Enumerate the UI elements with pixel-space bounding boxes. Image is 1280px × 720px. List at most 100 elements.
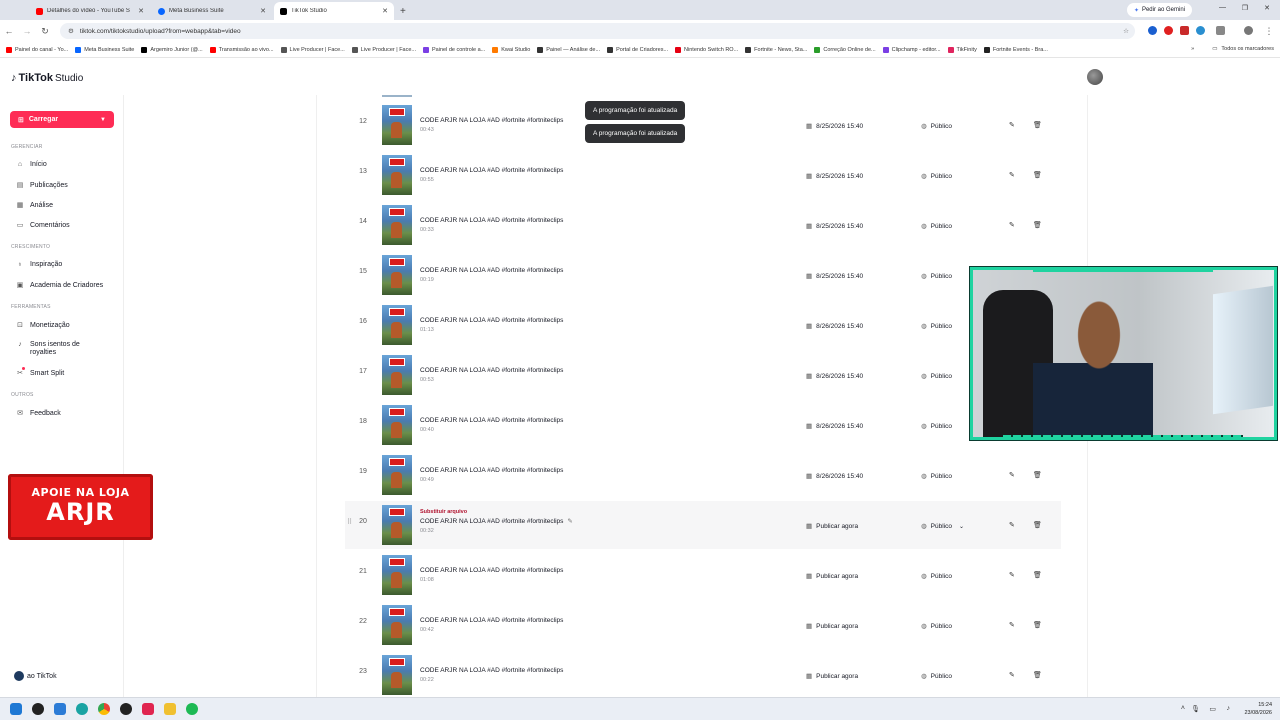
close-window-icon[interactable]: ✕ (1264, 4, 1270, 12)
edit-icon[interactable]: ✎ (1009, 171, 1015, 179)
visibility-selector[interactable]: ◍ Público (921, 472, 952, 481)
video-thumbnail[interactable] (382, 405, 412, 445)
table-row[interactable]: 12 CODE ARJR NA LOJA #AD #fortnite #fortn… (345, 101, 1061, 149)
all-bookmarks-link[interactable]: Todos os marcadores (1221, 46, 1274, 52)
table-row[interactable]: 13 CODE ARJR NA LOJA #AD #fortnite #fortn… (345, 151, 1061, 199)
visibility-selector[interactable]: ◍ Público (921, 372, 952, 381)
schedule-cell[interactable]: ▦ 8/26/2026 15:40 (806, 372, 863, 381)
video-thumbnail[interactable] (382, 305, 412, 345)
bookmark-item[interactable]: Live Producer | Face... (280, 46, 345, 53)
sidebar-item-publicacoes[interactable]: ▤ Publicações (16, 181, 68, 190)
table-row[interactable]: 23 CODE ARJR NA LOJA #AD #fortnite #fortn… (345, 651, 1061, 697)
bookmark-item[interactable]: TikFinity (947, 46, 977, 53)
bookmark-item[interactable]: Correção Online de... (814, 46, 876, 53)
visibility-selector[interactable]: ◍ Público (921, 322, 952, 331)
tiktok-icon[interactable] (142, 703, 154, 715)
bookmark-item[interactable]: Argemiro Junior (@... (141, 46, 203, 53)
spotify-icon[interactable] (186, 703, 198, 715)
caption[interactable]: CODE ARJR NA LOJA #AD #fortnite #fortnit… (420, 467, 563, 474)
table-row[interactable]: 17 CODE ARJR NA LOJA #AD #fortnite #fortn… (345, 351, 1061, 399)
video-thumbnail[interactable] (382, 155, 412, 195)
edit-icon[interactable]: ✎ (1009, 121, 1015, 129)
video-thumbnail[interactable] (382, 605, 412, 645)
video-thumbnail[interactable] (382, 105, 412, 145)
video-thumbnail[interactable] (382, 355, 412, 395)
minimize-icon[interactable]: — (1219, 4, 1226, 11)
bookmark-item[interactable]: Kwai Studio (492, 46, 530, 53)
volume-icon[interactable]: ♪ (1227, 705, 1231, 712)
gemini-button[interactable]: ✦ Pedir ao Gemini (1126, 3, 1192, 17)
schedule-cell[interactable]: ▦ 8/25/2026 15:40 (806, 172, 863, 181)
bookmark-item[interactable]: Meta Business Suite (75, 46, 134, 53)
schedule-cell[interactable]: ▦ 8/26/2026 15:40 (806, 422, 863, 431)
obs-icon[interactable] (120, 703, 132, 715)
chrome-icon[interactable] (98, 703, 110, 715)
close-tab-icon[interactable]: ✕ (138, 7, 144, 15)
sidebar-item-monetizacao[interactable]: ⊡ Monetização (16, 321, 70, 330)
schedule-cell[interactable]: ▦ 8/25/2026 15:40 (806, 222, 863, 231)
trash-icon[interactable]: 🗑 (1033, 121, 1042, 129)
close-tab-icon[interactable]: ✕ (382, 7, 388, 15)
edit-icon[interactable]: ✎ (1009, 221, 1015, 229)
bookmark-item[interactable]: Fortnite Events - Bra... (983, 46, 1048, 53)
sidebar-item-comentarios[interactable]: ▭ Comentários (16, 221, 70, 230)
visibility-selector[interactable]: ◍ Público ⌄ (921, 522, 964, 531)
folder-icon[interactable] (164, 703, 176, 715)
browser-tab-meta[interactable]: Meta Business Suite ✕ (152, 2, 272, 20)
caption[interactable]: CODE ARJR NA LOJA #AD #fortnite #fortnit… (420, 567, 563, 574)
visibility-selector[interactable]: ◍ Público (921, 122, 952, 131)
address-bar[interactable]: ⚙ tiktok.com/tiktokstudio/upload?from=we… (60, 23, 1135, 39)
trash-icon[interactable]: 🗑 (1033, 571, 1042, 579)
video-thumbnail[interactable] (382, 455, 412, 495)
schedule-cell[interactable]: ▦ 8/25/2026 15:40 (806, 122, 863, 131)
browser-tab-youtube[interactable]: Detalhes do vídeo - YouTube S ✕ (30, 2, 150, 20)
bookmark-item[interactable]: Painel — Análise de... (537, 46, 600, 53)
table-row[interactable]: 22 CODE ARJR NA LOJA #AD #fortnite #fortn… (345, 601, 1061, 649)
caption[interactable]: CODE ARJR NA LOJA #AD #fortnite #fortnit… (420, 517, 573, 526)
table-row[interactable]: 21 CODE ARJR NA LOJA #AD #fortnite #fortn… (345, 551, 1061, 599)
bookmark-item[interactable]: Painel do canal - Yo... (6, 46, 68, 53)
back-to-tiktok-link[interactable]: ao TikTok (14, 671, 57, 681)
replace-file-link[interactable]: Substituir arquivo (420, 509, 467, 515)
bookmark-item[interactable]: Portal de Criadores... (607, 46, 668, 53)
extension-icon[interactable] (1196, 26, 1205, 35)
edit-icon[interactable]: ✎ (1009, 471, 1015, 479)
schedule-cell[interactable]: ▦ Publicar agora (806, 622, 858, 631)
table-row[interactable]: 14 CODE ARJR NA LOJA #AD #fortnite #fortn… (345, 201, 1061, 249)
visibility-selector[interactable]: ◍ Público (921, 272, 952, 281)
schedule-cell[interactable]: ▦ 8/25/2026 15:40 (806, 272, 863, 281)
sidebar-item-academia[interactable]: ▣ Academia de Criadores (16, 281, 103, 290)
extension-icon[interactable] (1148, 26, 1157, 35)
extension-icon[interactable] (1180, 26, 1189, 35)
app-icon[interactable] (54, 703, 66, 715)
caption[interactable]: CODE ARJR NA LOJA #AD #fortnite #fortnit… (420, 267, 563, 274)
new-tab-button[interactable]: + (400, 6, 406, 17)
bookmark-item[interactable]: Painel de controle a... (423, 46, 485, 53)
caption[interactable]: CODE ARJR NA LOJA #AD #fortnite #fortnit… (420, 367, 563, 374)
avatar[interactable] (1087, 69, 1103, 85)
site-info-icon[interactable]: ⚙ (68, 27, 74, 35)
tiktok-studio-logo[interactable]: ♪ TikTok Studio (11, 72, 83, 84)
pencil-icon[interactable]: ✎ (567, 517, 572, 525)
forward-icon[interactable]: → (18, 26, 36, 36)
sidebar-item-smart-split[interactable]: ✂ Smart Split (16, 367, 64, 377)
trash-icon[interactable]: 🗑 (1033, 171, 1042, 179)
extension-icon[interactable] (1164, 26, 1173, 35)
video-thumbnail[interactable] (382, 655, 412, 695)
visibility-selector[interactable]: ◍ Público (921, 222, 952, 231)
trash-icon[interactable]: 🗑 (1033, 671, 1042, 679)
caption[interactable]: CODE ARJR NA LOJA #AD #fortnite #fortnit… (420, 217, 563, 224)
schedule-cell[interactable]: ▦ 8/26/2026 15:40 (806, 472, 863, 481)
trash-icon[interactable]: 🗑 (1033, 471, 1042, 479)
bookmark-item[interactable]: Nintendo Switch RO... (675, 46, 738, 53)
edit-icon[interactable]: ✎ (1009, 521, 1015, 529)
menu-kebab-icon[interactable]: ⋮ (1260, 26, 1278, 37)
chevron-up-icon[interactable]: ˄ (1181, 705, 1185, 712)
sidebar-item-sons[interactable]: ♪ Sons isentos de royalties (16, 341, 100, 357)
sidebar-item-feedback[interactable]: ✉ Feedback (16, 409, 61, 418)
table-row[interactable]: ⠿ 20 Substituir arquivo CODE ARJR NA LOJA #… (345, 501, 1061, 549)
schedule-cell[interactable]: ▦ Publicar agora (806, 672, 858, 681)
table-row[interactable]: 16 CODE ARJR NA LOJA #AD #fortnite #fortn… (345, 301, 1061, 349)
edit-icon[interactable]: ✎ (1009, 571, 1015, 579)
sidebar-item-inicio[interactable]: ⌂ Início (16, 161, 47, 168)
